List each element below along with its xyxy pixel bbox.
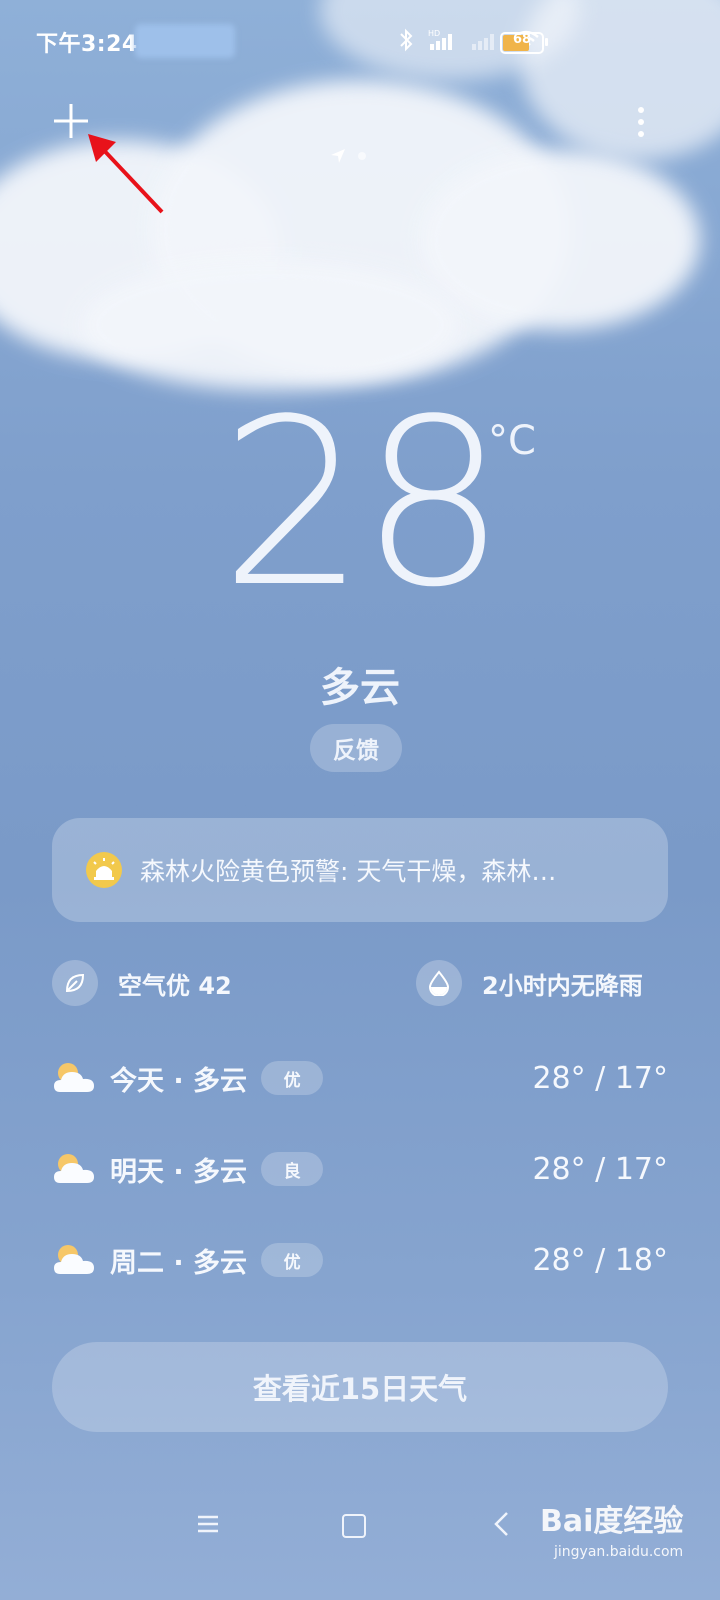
page-dot [358,152,366,160]
feedback-button[interactable]: 反馈 [310,724,402,772]
partly-cloudy-icon [54,1063,94,1092]
forecast-day: 今天 · 多云 [110,1065,248,1097]
red-arrow-annotation [88,134,164,214]
weather-alert-card[interactable]: 森林火险黄色预警: 天气干燥，森林… [52,818,668,922]
forecast-temps: 28° / 17° [532,1060,668,1096]
aqi-badge: 优 [261,1061,324,1095]
air-quality-item[interactable]: 空气优 42 [52,960,232,1006]
partly-cloudy-icon [54,1245,94,1274]
rain-forecast-item[interactable]: 2小时内无降雨 [416,960,643,1006]
current-temperature: 28 [220,371,507,638]
forecast-day: 明天 · 多云 [110,1156,248,1188]
current-condition: 多云 [320,665,400,711]
blurred-region [135,24,235,58]
status-time: 下午3:24 [36,32,138,57]
bluetooth-icon [400,28,413,52]
view-15-day-button[interactable]: 查看近15日天气 [52,1342,668,1432]
leaf-icon [52,960,98,1006]
home-icon[interactable] [342,1514,366,1538]
aqi-badge: 良 [261,1152,324,1186]
location-arrow-icon [331,149,345,163]
back-icon[interactable] [490,1510,514,1538]
forecast-day: 周二 · 多云 [110,1247,248,1279]
air-quality-label: 空气优 42 [118,971,232,1000]
forecast-row[interactable]: 明天 · 多云 良 28° / 17° [52,1145,668,1193]
warning-siren-icon [86,852,122,888]
temperature-unit: °C [488,418,536,464]
battery-icon: 68 [500,32,548,54]
alert-text: 森林火险黄色预警: 天气干燥，森林… [140,857,557,886]
watermark-logo: Bai度经验 [540,1504,684,1539]
page-indicator [330,148,366,164]
signal-hd-icon: HD [428,29,452,50]
forecast-temps: 28° / 17° [532,1151,668,1187]
aqi-badge: 优 [261,1243,324,1277]
partly-cloudy-icon [54,1154,94,1183]
water-drop-icon [416,960,462,1006]
watermark-url: jingyan.baidu.com [554,1544,684,1560]
battery-level: 68 [512,32,532,47]
forecast-row[interactable]: 周二 · 多云 优 28° / 18° [52,1236,668,1284]
rain-label: 2小时内无降雨 [482,971,643,1000]
svg-text:HD: HD [428,29,440,38]
menu-icon[interactable] [196,1512,220,1536]
signal-no-sim-icon [472,34,494,50]
more-vertical-icon[interactable] [626,102,656,142]
forecast-row[interactable]: 今天 · 多云 优 28° / 17° [52,1054,668,1102]
forecast-temps: 28° / 18° [532,1242,668,1278]
